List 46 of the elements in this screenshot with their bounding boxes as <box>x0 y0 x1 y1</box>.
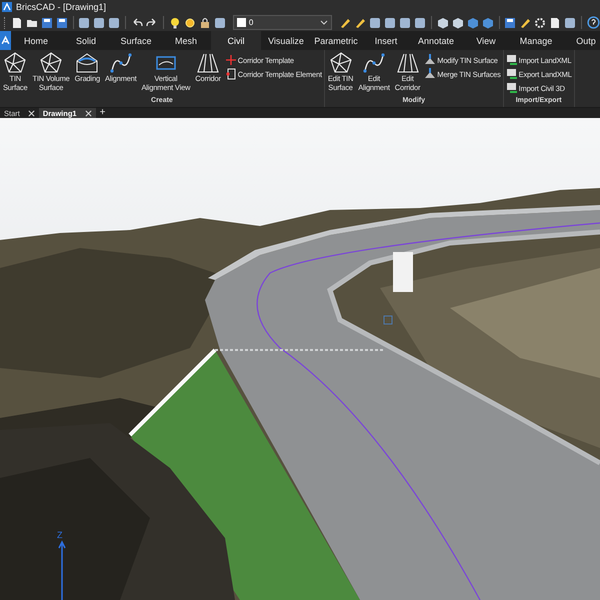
layer-dropdown[interactable]: 0 <box>232 15 332 30</box>
ribbon-tab[interactable]: Surface <box>111 31 161 50</box>
cube-icon[interactable] <box>436 16 449 29</box>
ribbon-tab[interactable]: Mesh <box>161 31 211 50</box>
window-title: BricsCAD - [Drawing1] <box>16 2 106 12</box>
surface-icon <box>424 68 436 80</box>
ribbon-tab[interactable]: View <box>461 31 511 50</box>
close-icon[interactable] <box>84 110 92 117</box>
curve-icon <box>362 52 386 74</box>
pencil-icon[interactable] <box>354 16 366 29</box>
undo-icon[interactable] <box>131 16 144 29</box>
corridor-icon <box>196 52 220 74</box>
lightbulb-icon[interactable] <box>168 16 181 29</box>
caret-icon <box>320 20 328 26</box>
element-icon <box>224 68 237 80</box>
surface-icon <box>424 54 436 66</box>
ribbon-tab[interactable]: Home <box>11 31 61 50</box>
new-tab-button[interactable]: + <box>96 108 110 118</box>
ribbon-tab[interactable]: Civil <box>211 31 261 50</box>
app-logo-icon <box>2 2 12 12</box>
ucs-axis-icon <box>57 540 67 600</box>
help-icon[interactable] <box>587 16 600 30</box>
ribbon-tab[interactable]: Outp <box>561 31 600 50</box>
ribbon-tab[interactable]: Manage <box>511 31 561 50</box>
sun-icon[interactable] <box>184 16 196 29</box>
ribbon-tab[interactable]: Insert <box>361 31 411 50</box>
grading-icon <box>75 52 100 74</box>
new-file-icon[interactable] <box>10 16 23 29</box>
curve-icon <box>108 52 133 74</box>
tin-mesh-icon <box>3 52 28 74</box>
redo-icon[interactable] <box>146 16 158 29</box>
lock-icon[interactable] <box>198 16 211 29</box>
save-icon[interactable] <box>40 16 53 29</box>
save-as-icon[interactable] <box>56 16 68 29</box>
axis-label: Z <box>57 530 62 540</box>
ribbon-tab[interactable]: Annotate <box>411 31 461 50</box>
ribbon-tab[interactable]: Visualize <box>261 31 311 50</box>
ribbon-tab[interactable]: Parametric <box>311 31 361 50</box>
ribbon-tab[interactable]: Solid <box>61 31 111 50</box>
close-icon[interactable] <box>28 110 35 117</box>
corridor-icon <box>396 52 420 74</box>
cube-icon[interactable] <box>452 16 464 29</box>
tin-mesh-icon <box>39 52 64 74</box>
application-menu-button[interactable] <box>0 31 11 50</box>
section-marker-icon <box>224 54 237 66</box>
tin-mesh-icon <box>328 52 353 74</box>
